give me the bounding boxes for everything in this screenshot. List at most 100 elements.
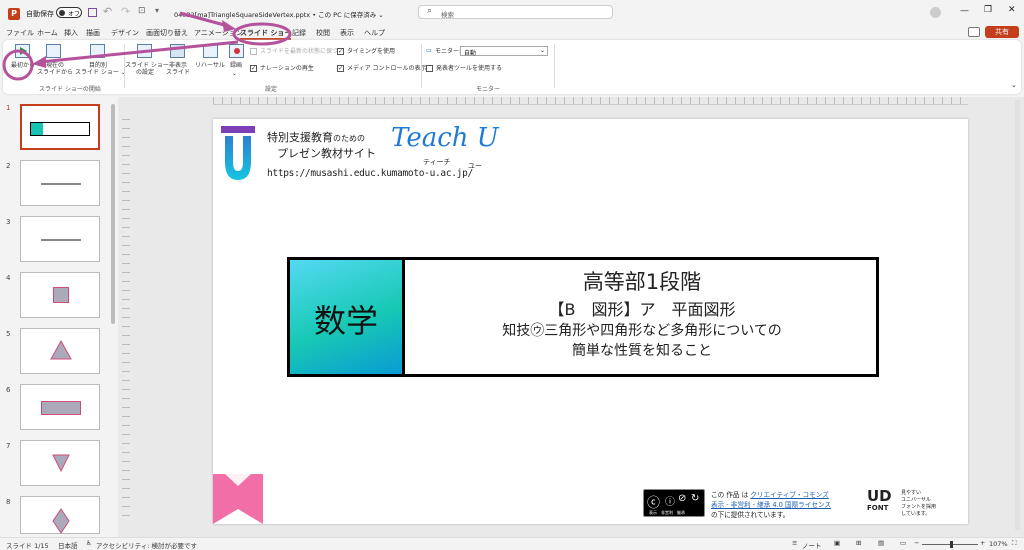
slide-thumbnail-3[interactable] [20,216,100,262]
tab-review[interactable]: 校閲 [316,28,330,38]
slide-thumbnail-7[interactable] [20,440,100,486]
fit-slide-icon[interactable]: ⛶ [1012,539,1017,548]
tab-help[interactable]: ヘルプ [364,28,385,38]
autosave-state: オフ [68,11,81,18]
zoom-in-icon[interactable]: + [980,539,985,547]
cc-text-1: この 作品 は [711,491,749,499]
collapse-ribbon-icon[interactable]: ⌄ [1011,82,1017,89]
file-name[interactable]: 04032[ma]TriangleSquareSideVertex.pptx •… [174,9,384,19]
zoom-slider-thumb[interactable] [950,541,953,548]
hide-slide-button[interactable]: 非表示 スライド [163,62,193,76]
powerpoint-logo-icon: P [8,8,20,20]
custom-show-icon[interactable] [90,44,105,58]
slideshow-view-icon[interactable]: ▭ [900,539,906,547]
title-box: 数学 高等部1段階 【B 図形】ア 平面図形 知技㋒三角形や四角形など多角形につ… [287,257,879,377]
slide-thumbnail-8[interactable] [20,496,100,534]
tab-record[interactable]: 記録 [292,28,306,38]
tab-home[interactable]: ホーム [37,28,58,38]
horizontal-ruler [213,97,968,105]
comments-icon[interactable] [968,27,980,37]
search-icon: ⌕ [427,6,433,16]
from-start-button[interactable]: 最初から [7,62,39,69]
minimize-icon[interactable]: — [960,6,969,16]
undo-icon[interactable]: ↶ [103,5,112,18]
monitor-value: 自動 [464,50,477,57]
separator [421,44,422,88]
slide-thumbnail-1[interactable] [20,104,100,150]
slide-thumbnail-6[interactable] [20,384,100,430]
timings-checkbox[interactable]: ✓ [337,48,344,55]
redo-icon[interactable]: ↷ [121,5,130,18]
from-current-button[interactable]: 現在の スライドから [37,62,73,76]
play-from-start-icon[interactable] [15,44,30,58]
tab-file[interactable]: ファイル [6,28,34,38]
normal-view-icon[interactable]: ▣ [834,539,840,547]
tab-view[interactable]: 表示 [340,28,354,38]
tab-transitions[interactable]: 画面切り替え [146,28,188,38]
sa-icon: ↻ [691,493,700,504]
presenter-view-label: 発表者ツールを使用する [436,65,503,72]
tab-insert[interactable]: 挿入 [64,28,78,38]
reading-view-icon[interactable]: ▤ [878,539,884,547]
status-bar: スライド 1/15 日本語 ♿ アクセシビリティ: 検討が必要です ≡ ノート … [0,537,1024,550]
site-logo-icon [221,126,255,180]
save-icon[interactable] [88,8,97,17]
narrations-checkbox[interactable]: ✓ [250,65,257,72]
teachu-ruby-1: ティーチ [423,158,451,166]
tab-slideshow[interactable]: スライド ショー [240,28,292,40]
maximize-icon[interactable]: ❐ [984,5,992,15]
accessibility-status[interactable]: アクセシビリティ: 検討が必要です [96,540,197,550]
subject-tile: 数学 [290,260,405,374]
play-from-current-icon[interactable] [46,44,61,58]
tab-design[interactable]: デザイン [111,28,139,38]
rehearse-icon[interactable] [203,44,218,58]
keep-fresh-label: スライドを最新の状態に保つ [260,48,339,55]
setup-icon[interactable] [137,44,152,58]
media-controls-checkbox[interactable]: ✓ [337,65,344,72]
zoom-slider[interactable] [922,541,978,548]
custom-show-button[interactable]: 目的別 スライド ショー ⌄ [75,62,126,76]
tab-draw[interactable]: 描画 [86,28,100,38]
monitor-select[interactable]: 自動 ⌄ [460,46,548,57]
site-url[interactable]: https://musashi.educ.kumamoto-u.ac.jp/ [267,168,473,179]
thumbnail-scrollbar[interactable] [111,104,115,324]
record-dropdown-icon[interactable]: ⌄ [232,70,237,77]
hide-slide-icon[interactable] [170,44,185,58]
slide-thumbnail-5[interactable] [20,328,100,374]
close-icon[interactable]: ✕ [1008,5,1016,15]
slide-thumbnail-4[interactable] [20,272,100,318]
vertical-ruler [122,119,130,524]
rehearse-button[interactable]: リハーサル [194,62,226,69]
notes-button[interactable]: ノート [802,540,822,550]
share-button[interactable]: 共有 [985,26,1019,38]
account-icon[interactable] [930,7,941,18]
zoom-out-icon[interactable]: − [914,539,919,547]
narrations-label: ナレーションの再生 [260,65,314,72]
zoom-level[interactable]: 107% [989,540,1008,548]
present-icon[interactable]: ⊡ [138,6,146,16]
tab-animations[interactable]: アニメーション [194,28,243,38]
qat-more-icon[interactable]: ▾ [155,6,159,15]
group-label-start: スライド ショーの開始 [39,86,101,93]
ud-font-description: 見やすい ユニバーサル フォントを採用 しています。 [901,490,937,517]
slide-number: 7 [6,442,11,450]
record-button[interactable]: 録画 [225,62,247,69]
cc-license-badge[interactable]: ⓒ ⓘ ⊘ ↻ 表示 非営利 継承 [643,489,705,517]
setup-button[interactable]: スライド ショー の設定 [125,62,169,76]
record-icon[interactable] [229,44,244,58]
language-indicator[interactable]: 日本語 [58,540,78,550]
title-line-1: 高等部1段階 [582,270,702,294]
slide-number: 1 [6,104,11,112]
search-box[interactable]: ⌕ 検索 [418,5,613,19]
nc-icon: ⊘ [678,493,687,504]
slide-sorter-icon[interactable]: ⊞ [856,539,861,547]
autosave-toggle[interactable]: オフ [56,7,82,18]
slide-thumbnail-2[interactable] [20,160,100,206]
group-label-monitors: モニター [476,86,501,93]
editor-scrollbar[interactable] [1015,100,1020,530]
presenter-view-checkbox[interactable] [426,65,433,72]
slide-canvas[interactable]: 特別支援教育のための プレゼン教材サイト Teach U ティーチ ユー htt… [213,119,968,524]
cc-link-2[interactable]: 表示 - 非営利 - 継承 4.0 国際ライセンス [711,501,831,509]
slide-number: 5 [6,330,11,338]
cc-link-1[interactable]: クリエイティブ・コモンズ [750,491,828,499]
